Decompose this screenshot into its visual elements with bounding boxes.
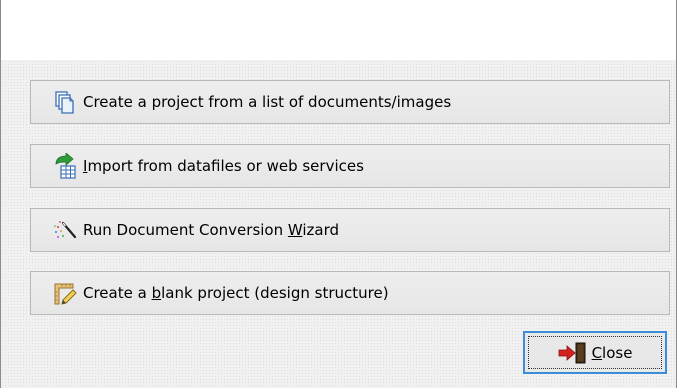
create-blank-project-label: Create a blank project (design structure… [83, 284, 389, 302]
run-conversion-wizard-button[interactable]: Run Document Conversion Wizard [30, 208, 670, 252]
pencil-ruler-icon [53, 280, 77, 306]
run-conversion-wizard-label: Run Document Conversion Wizard [83, 221, 340, 239]
create-from-documents-button[interactable]: Create a project from a list of document… [30, 80, 670, 124]
magic-wand-icon [53, 217, 77, 243]
create-blank-project-button[interactable]: Create a blank project (design structure… [30, 271, 670, 315]
dialog-header [1, 0, 676, 60]
close-button[interactable]: Close [523, 331, 667, 374]
create-from-documents-label: Create a project from a list of document… [83, 93, 452, 111]
close-label: Close [591, 343, 633, 362]
exit-door-icon [558, 342, 588, 364]
import-datafiles-button[interactable]: Import from datafiles or web services [30, 144, 670, 188]
import-table-icon [53, 153, 77, 179]
copy-documents-icon [53, 89, 77, 115]
new-project-dialog: Create a project from a list of document… [0, 0, 677, 388]
import-datafiles-label: Import from datafiles or web services [83, 157, 364, 175]
